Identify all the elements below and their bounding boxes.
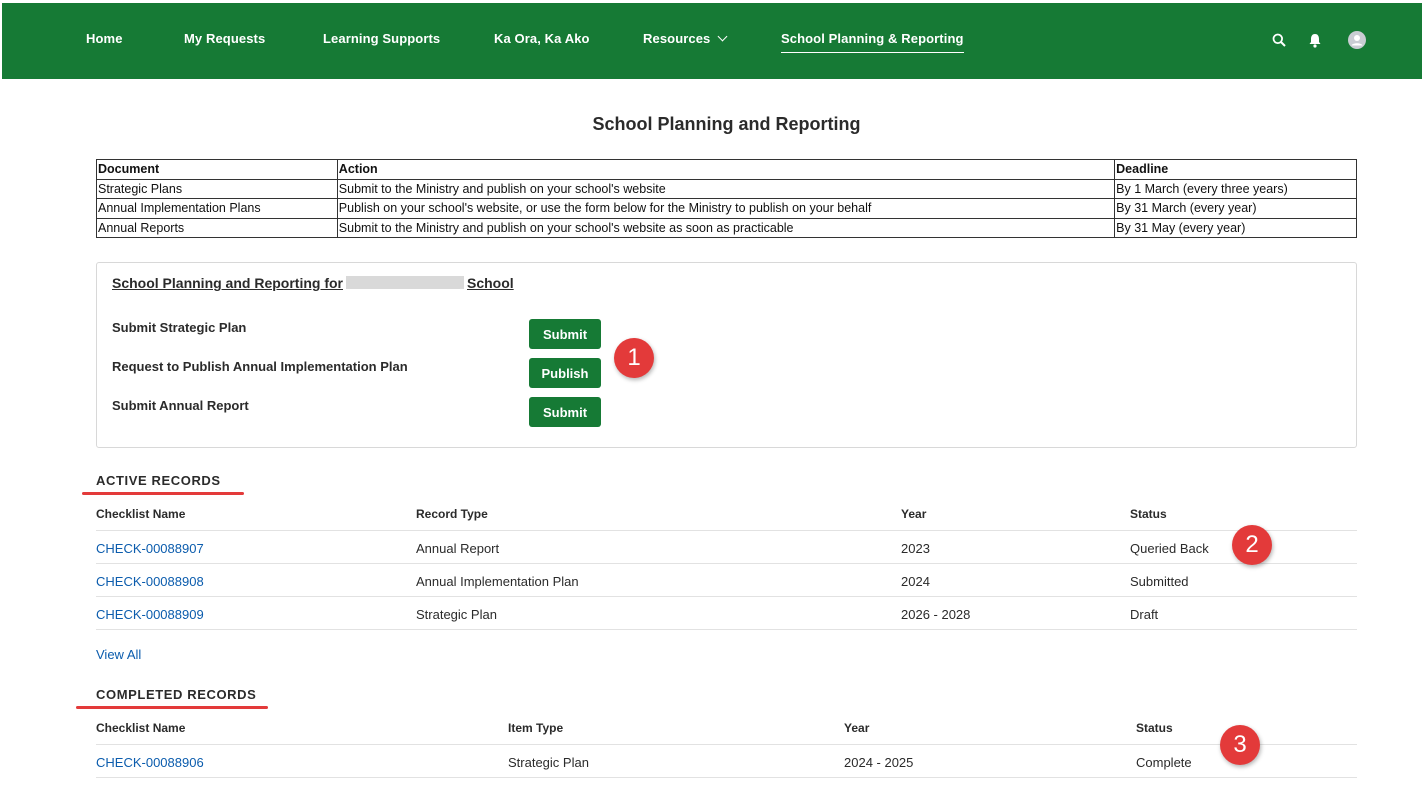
publish-implementation-plan-label: Request to Publish Annual Implementation… xyxy=(112,359,408,374)
table-header-cell: Document xyxy=(96,159,338,180)
record-status: Queried Back xyxy=(1130,541,1209,556)
checklist-link[interactable]: CHECK-00088909 xyxy=(96,607,204,622)
table-cell: Annual Reports xyxy=(96,217,338,238)
submission-panel: School Planning and Reporting for School … xyxy=(96,262,1357,448)
main-nav: Home My Requests Learning Supports Ka Or… xyxy=(2,3,1422,79)
nav-item-my-requests[interactable]: My Requests xyxy=(184,31,265,46)
chevron-down-icon xyxy=(717,31,728,42)
nav-item-home[interactable]: Home xyxy=(86,31,123,46)
table-cell: By 1 March (every three years) xyxy=(1114,178,1357,199)
record-type: Strategic Plan xyxy=(416,607,497,622)
callout-badge: 1 xyxy=(614,338,654,378)
table-header-cell: Action xyxy=(336,159,1116,180)
search-icon[interactable] xyxy=(1272,33,1286,52)
submit-annual-report-label: Submit Annual Report xyxy=(112,398,249,413)
checklist-link[interactable]: CHECK-00088906 xyxy=(96,755,204,770)
table-row: Annual Reports Submit to the Ministry an… xyxy=(96,217,1357,238)
table-header-cell: Deadline xyxy=(1114,159,1357,180)
completed-records-title: COMPLETED RECORDS xyxy=(96,687,257,702)
column-header: Year xyxy=(901,507,927,521)
record-type: Annual Report xyxy=(416,541,500,556)
table-row: Annual Implementation Plans Publish on y… xyxy=(96,198,1357,219)
annotation-underline xyxy=(76,706,268,709)
callout-badge: 2 xyxy=(1232,525,1272,565)
table-cell: By 31 March (every year) xyxy=(1114,198,1357,219)
nav-item-learning-supports[interactable]: Learning Supports xyxy=(323,31,440,46)
redacted-school-name xyxy=(346,276,464,289)
record-status: Submitted xyxy=(1130,574,1189,589)
record-year: 2026 - 2028 xyxy=(901,607,971,622)
record-year: 2023 xyxy=(901,541,930,556)
deadline-info-table: Document Action Deadline Strategic Plans… xyxy=(96,159,1357,238)
table-row: CHECK-00088907 Annual Report 2023 Querie… xyxy=(96,531,1357,564)
nav-item-resources-label: Resources xyxy=(643,31,711,46)
table-cell: Annual Implementation Plans xyxy=(96,198,338,219)
panel-heading-prefix: School Planning and Reporting for xyxy=(112,275,343,291)
panel-heading: School Planning and Reporting for School xyxy=(112,275,514,291)
avatar-icon[interactable] xyxy=(1348,31,1366,54)
table-cell: Strategic Plans xyxy=(96,178,338,199)
checklist-link[interactable]: CHECK-00088908 xyxy=(96,574,204,589)
view-all-link[interactable]: View All xyxy=(96,647,141,662)
table-row: CHECK-00088909 Strategic Plan 2026 - 202… xyxy=(96,597,1357,630)
column-header: Year xyxy=(844,721,870,735)
record-status: Complete xyxy=(1136,755,1192,770)
table-header-row: Checklist Name Record Type Year Status xyxy=(96,507,1357,531)
table-row: CHECK-00088908 Annual Implementation Pla… xyxy=(96,564,1357,597)
column-header: Status xyxy=(1130,507,1167,521)
checklist-link[interactable]: CHECK-00088907 xyxy=(96,541,204,556)
nav-item-ka-ora-ka-ako[interactable]: Ka Ora, Ka Ako xyxy=(494,31,590,46)
page-title: School Planning and Reporting xyxy=(592,114,861,134)
column-header: Status xyxy=(1136,721,1173,735)
table-row: Strategic Plans Submit to the Ministry a… xyxy=(96,178,1357,199)
publish-implementation-plan-button[interactable]: Publish xyxy=(529,358,601,388)
record-type: Annual Implementation Plan xyxy=(416,574,579,589)
nav-item-resources[interactable]: Resources xyxy=(643,31,728,46)
record-year: 2024 - 2025 xyxy=(844,755,914,770)
active-records-table: Checklist Name Record Type Year Status C… xyxy=(96,507,1357,631)
callout-badge: 3 xyxy=(1220,725,1260,765)
panel-heading-suffix: School xyxy=(467,275,514,291)
table-cell: Submit to the Ministry and publish on yo… xyxy=(336,178,1116,199)
column-header: Record Type xyxy=(416,507,488,521)
record-year: 2024 xyxy=(901,574,930,589)
submit-strategic-plan-button[interactable]: Submit xyxy=(529,319,601,349)
top-bar: Home My Requests Learning Supports Ka Or… xyxy=(0,0,1423,80)
table-header-row: Checklist Name Item Type Year Status xyxy=(96,721,1357,745)
bell-icon[interactable] xyxy=(1308,33,1322,53)
submit-strategic-plan-label: Submit Strategic Plan xyxy=(112,320,247,335)
table-header-row: Document Action Deadline xyxy=(96,159,1357,180)
item-type: Strategic Plan xyxy=(508,755,589,770)
record-status: Draft xyxy=(1130,607,1159,622)
nav-item-school-planning[interactable]: School Planning & Reporting xyxy=(781,31,964,53)
table-cell: Submit to the Ministry and publish on yo… xyxy=(336,217,1116,238)
table-row: CHECK-00088906 Strategic Plan 2024 - 202… xyxy=(96,745,1357,778)
submit-annual-report-button[interactable]: Submit xyxy=(529,397,601,427)
column-header: Checklist Name xyxy=(96,507,186,521)
column-header: Checklist Name xyxy=(96,721,186,735)
nav-item-school-planning-label: School Planning & Reporting xyxy=(781,31,964,46)
annotation-underline xyxy=(82,492,244,495)
table-cell: By 31 May (every year) xyxy=(1114,217,1357,238)
column-header: Item Type xyxy=(508,721,564,735)
active-records-title: ACTIVE RECORDS xyxy=(96,473,221,488)
completed-records-table: Checklist Name Item Type Year Status CHE… xyxy=(96,721,1357,779)
table-cell: Publish on your school's website, or use… xyxy=(336,198,1116,219)
